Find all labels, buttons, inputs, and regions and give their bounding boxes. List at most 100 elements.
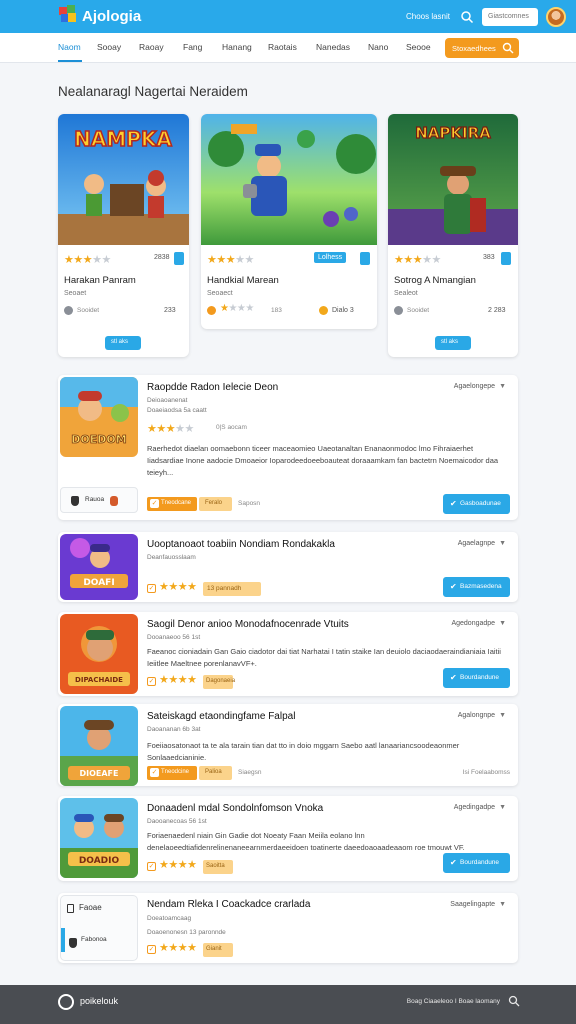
sort-dropdown[interactable]: Agalongnpe ▼ (458, 712, 506, 719)
chevron-down-icon: ▼ (499, 540, 506, 547)
app-logo-icon[interactable] (58, 4, 78, 26)
tag-secondary[interactable]: Feralo (199, 497, 232, 511)
rating-stars: ★★★★ (159, 942, 197, 954)
nav-item-3[interactable]: Fang (183, 42, 202, 52)
rating-score: Saoitta (203, 860, 233, 874)
info-icon (64, 306, 73, 315)
check-icon: ✔ (450, 582, 457, 591)
tag-primary[interactable]: ✓ Tneodcane (147, 497, 197, 511)
item-action-button[interactable]: ✔ Gasboadunae (443, 494, 510, 514)
checkbox-icon[interactable]: ✓ (147, 584, 156, 593)
item-description: Foeiiaosatonaot ta te ala tarain tian da… (147, 741, 460, 762)
item-action-label: Bazmasedena (460, 583, 502, 590)
card-meta: Sooidet (77, 307, 100, 314)
card-action-button[interactable]: stl aks (435, 336, 471, 350)
tag-primary-label: Tneodcine (161, 769, 190, 775)
checkbox-icon[interactable]: ✓ (147, 862, 156, 871)
item-publisher: Deioaoanenat (147, 397, 188, 404)
featured-card[interactable]: NAMPKA ★★★★★ 2838 Harakan Panram Seoaet … (58, 114, 189, 357)
footer-logo-text[interactable]: poikelouk (80, 996, 118, 1006)
list-item[interactable]: DIPACHAIDE Saogil Denor anioo Monodafnoc… (58, 612, 518, 696)
checkbox-icon: ✓ (150, 499, 159, 508)
user-chip[interactable]: Rauoa (60, 487, 138, 513)
rating-stars: ★★★★★ (64, 254, 111, 266)
app-logo-text[interactable]: Ajologia (82, 8, 141, 25)
card-title[interactable]: Sotrog A Nmangian (394, 275, 476, 286)
thumbnail-frame: Faoae Fabonoa (60, 895, 138, 961)
card-title[interactable]: Handkial Marean (207, 275, 279, 286)
nav-item-5[interactable]: Raotais (268, 42, 297, 52)
game-thumbnail: DOEDOM (60, 377, 138, 457)
search-icon[interactable] (508, 995, 520, 1007)
item-action-button[interactable]: ✔ Bourdandune (443, 853, 510, 873)
item-action-label: Bourdandune (460, 859, 500, 866)
featured-card[interactable]: ★★★★★ Lolhess Handkial Marean Seoaect ★★… (201, 114, 377, 329)
item-action-button[interactable]: ✔ Bourdandune (443, 668, 510, 688)
game-thumbnail: DIOEAFE (60, 706, 138, 786)
rating-score: 383 (483, 254, 495, 261)
item-title[interactable]: Donaadenl mdal Sondolnfomson Vnoka (147, 803, 323, 814)
tag-secondary[interactable]: Palioa (199, 766, 232, 780)
search-input[interactable]: Giastcomnes (482, 7, 538, 26)
featured-card[interactable]: NAPKIRA ★★★★★ 383 Sotrog A Nmangian Seal… (388, 114, 518, 357)
nav-item-7[interactable]: Nano (368, 42, 388, 52)
sort-dropdown[interactable]: Agaelagnpe ▼ (458, 540, 506, 547)
item-title[interactable]: Raopdde Radon Ielecie Deon (147, 382, 278, 393)
footer-logo-icon[interactable] (58, 994, 74, 1010)
rating-stars-secondary: ★★★★ (220, 303, 254, 314)
checkbox-icon[interactable]: ✓ (147, 677, 156, 686)
document-icon (67, 904, 74, 913)
header-link[interactable]: Choos lasnit (406, 12, 450, 21)
item-title[interactable]: Saogil Denor anioo Monodafnocenrade Vtui… (147, 619, 349, 630)
item-action-button[interactable]: ✔ Bazmasedena (443, 577, 510, 597)
rating-score[interactable]: Lolhess (314, 252, 347, 263)
user-avatar[interactable] (546, 6, 566, 27)
card-title[interactable]: Harakan Panram (64, 275, 136, 286)
bookmark-icon[interactable] (174, 252, 184, 265)
check-icon: ✔ (450, 499, 457, 508)
game-thumbnail: DOAFI (60, 534, 138, 600)
list-item[interactable]: DIOEAFE Sateiskagd etaondingfame Falpal … (58, 704, 518, 786)
item-action-label: Bourdandune (460, 674, 500, 681)
nav-item-8[interactable]: Seooe (406, 42, 431, 52)
search-icon[interactable] (460, 10, 474, 24)
sort-dropdown[interactable]: Agedongadpe ▼ (451, 620, 506, 627)
card-subtitle: Seoaect (207, 290, 233, 297)
nav-item-0[interactable]: Naom (58, 42, 81, 52)
list-item[interactable]: DOEDOM Raopdde Radon Ielecie Deon Deioao… (58, 375, 518, 520)
rating-stars: ★★★★★ (207, 254, 254, 266)
bookmark-icon[interactable] (501, 252, 511, 265)
nav-item-6[interactable]: Nanedas (316, 42, 350, 52)
item-title[interactable]: Nendam Rleka I Coackadce crarlada (147, 899, 310, 910)
info-icon (394, 306, 403, 315)
sort-dropdown[interactable]: Agaelongepe ▼ (454, 383, 506, 390)
user-badge-icon (110, 496, 118, 506)
item-details: Doaeiaodsa 5a caatt (147, 407, 207, 414)
cover-title: NAPKIRA (415, 124, 491, 142)
rating-score: Dagonaeia (203, 675, 235, 689)
sort-dropdown[interactable]: Agedingadpe ▼ (454, 804, 506, 811)
list-item[interactable]: DOADIO Donaadenl mdal Sondolnfomson Vnok… (58, 796, 518, 881)
card-meta: 183 (271, 307, 282, 314)
thumbnail-title: Faoae (79, 903, 102, 912)
nav-item-4[interactable]: Hanang (222, 42, 252, 52)
tag-primary[interactable]: ✓ Tneodcine (147, 766, 197, 780)
card-price: Dialo 3 (332, 307, 354, 314)
card-action-button[interactable]: stl aks (105, 336, 141, 350)
thumbnail-title: DOAFI (83, 578, 114, 588)
footer-links[interactable]: Boag Ciaaeleoo I Boae laomany (407, 998, 500, 1005)
nav-cta-button[interactable]: Stoxaedhees (445, 38, 519, 58)
list-item[interactable]: Faoae Fabonoa Nendam Rleka I Coackadce c… (58, 893, 518, 963)
chevron-down-icon: ▼ (499, 712, 506, 719)
nav-item-2[interactable]: Raoay (139, 42, 164, 52)
nav-item-1[interactable]: Sooay (97, 42, 121, 52)
checkbox-icon[interactable]: ✓ (147, 945, 156, 954)
item-title[interactable]: Sateiskagd etaondingfame Falpal (147, 711, 295, 722)
bookmark-icon[interactable] (360, 252, 370, 265)
list-item[interactable]: DOAFI Uooptanoaot toabiin Nondiam Rondak… (58, 532, 518, 602)
sort-label: Agalongnpe (457, 712, 496, 719)
sort-dropdown[interactable]: Saagelingapte ▼ (450, 901, 506, 908)
card-price: 233 (164, 307, 176, 314)
tag-label: Saposn (238, 500, 261, 507)
item-title[interactable]: Uooptanoaot toabiin Nondiam Rondakakla (147, 539, 335, 550)
